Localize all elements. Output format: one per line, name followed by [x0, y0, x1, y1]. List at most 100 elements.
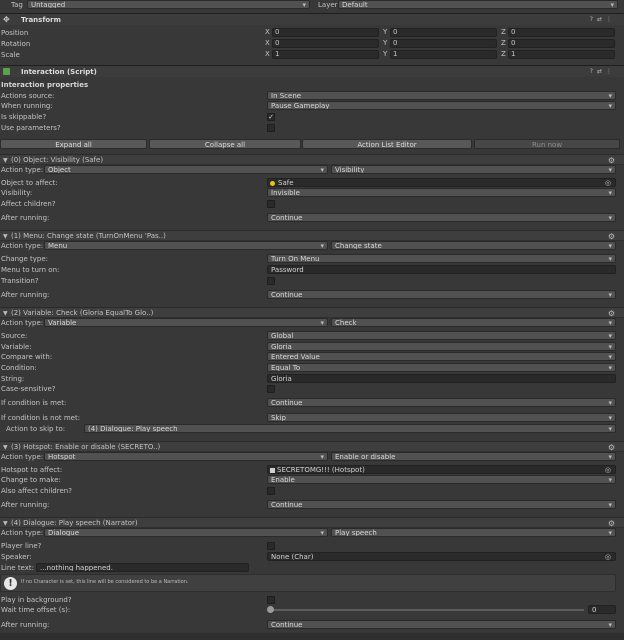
if-not-met-label: If condition is not met: [1, 414, 81, 422]
action-2-subtype-dropdown[interactable]: Check [331, 318, 616, 327]
variable-dropdown[interactable]: Gloria [267, 342, 616, 351]
when-running-dropdown[interactable]: Pause Gameplay [267, 101, 616, 110]
menu-name-input[interactable]: Password [267, 265, 616, 274]
z-axis-label[interactable]: Z [501, 39, 506, 48]
wait-offset-slider-handle[interactable] [267, 606, 274, 613]
action-1-type-dropdown[interactable]: Menu [44, 241, 328, 250]
action-4-after-row: After running: Continue [0, 620, 624, 630]
speaker-value: None (Char) [271, 553, 314, 561]
y-axis-label[interactable]: Y [383, 28, 387, 37]
run-now-button: Run now [474, 139, 620, 149]
affect-children-checkbox[interactable] [267, 200, 275, 208]
z-value-input[interactable]: 1 [508, 50, 615, 59]
skippable-label: Is skippable? [1, 113, 47, 121]
action-3-subtype-dropdown[interactable]: Enable or disable [331, 452, 616, 461]
affect-children-row: Affect children? [0, 199, 624, 209]
x-value-input[interactable]: 1 [272, 50, 379, 59]
action-1-header[interactable]: ▼ (1) Menu: Change state (TurnOnMenu 'Pa… [0, 230, 624, 241]
action-3-header[interactable]: ▼ (3) Hotspot: Enable or disable (SECRET… [0, 441, 624, 452]
y-value-input[interactable]: 0 [390, 39, 497, 48]
x-axis-label[interactable]: X [265, 50, 270, 59]
hotspot-row: Hotspot to affect: SECRETOMG!!! (Hotspot… [0, 465, 624, 475]
x-axis-label[interactable]: X [265, 28, 270, 37]
component-menu-icons[interactable]: ?⇄⋮ [590, 14, 616, 26]
case-sensitive-checkbox[interactable] [267, 385, 275, 393]
action-type-label: Action type: [1, 319, 44, 327]
z-value-input[interactable]: 0 [508, 39, 615, 48]
transition-checkbox[interactable] [267, 277, 275, 285]
actions-source-row: Actions source: In Scene [0, 91, 624, 101]
hotspot-value: SECRETOMG!!! (Hotspot) [277, 466, 365, 474]
action-0-subtype-dropdown[interactable]: Visibility [331, 165, 616, 174]
action-0-after-dropdown[interactable]: Continue [267, 213, 616, 222]
x-axis-label[interactable]: X [265, 39, 270, 48]
wait-offset-input[interactable]: 0 [588, 605, 616, 614]
also-affect-children-checkbox[interactable] [267, 487, 275, 495]
case-sensitive-row: Case-sensitive? [0, 384, 624, 394]
use-params-checkbox[interactable] [267, 124, 275, 132]
speaker-picker-icon[interactable]: ◎ [605, 553, 611, 560]
skip-to-dropdown[interactable]: (4) Dialogue: Play speech [84, 424, 616, 433]
action-2-type-dropdown[interactable]: Variable [44, 318, 328, 327]
action-2-header[interactable]: ▼ (2) Variable: Check (Gloria EqualTo Gl… [0, 307, 624, 318]
if-met-dropdown[interactable]: Continue [267, 398, 616, 407]
source-dropdown[interactable]: Global [267, 331, 616, 340]
hotspot-picker-icon[interactable]: ◎ [605, 466, 611, 473]
menu-to-turn-on-label: Menu to turn on: [1, 266, 60, 274]
change-type-dropdown[interactable]: Turn On Menu [267, 254, 616, 263]
if-not-met-dropdown[interactable]: Skip [267, 413, 616, 422]
y-axis-label[interactable]: Y [383, 39, 387, 48]
action-1-after-dropdown[interactable]: Continue [267, 290, 616, 299]
speaker-field[interactable]: None (Char) ◎ [267, 552, 616, 561]
action-0-header[interactable]: ▼ (0) Object: Visibility (Safe) ⚙ [0, 154, 624, 165]
hotspot-field[interactable]: SECRETOMG!!! (Hotspot) ◎ [267, 465, 616, 474]
skippable-checkbox[interactable]: ✓ [267, 113, 275, 121]
string-row: String: Gloria [0, 374, 624, 384]
if-met-label: If condition is met: [1, 399, 67, 407]
action-4-subtype-dropdown[interactable]: Play speech [331, 528, 616, 537]
string-label: String: [1, 375, 25, 383]
y-value-input[interactable]: 1 [390, 50, 497, 59]
object-field[interactable]: Safe ◎ [267, 178, 616, 187]
wait-offset-slider-track[interactable] [270, 609, 584, 611]
action-4-header[interactable]: ▼ (4) Dialogue: Play speech (Narrator) ⚙ [0, 517, 624, 528]
layer-dropdown[interactable]: Default [338, 0, 618, 9]
change-to-make-dropdown[interactable]: Enable [267, 475, 616, 484]
action-0-type-dropdown[interactable]: Object [44, 165, 328, 174]
when-running-row: When running: Pause Gameplay [0, 101, 624, 111]
script-menu-icons[interactable]: ?⇄⋮ [590, 66, 616, 78]
transform-header[interactable]: ✥ Transform ?⇄⋮ [0, 13, 624, 25]
action-2-type-row: Action type: Variable Check [0, 318, 624, 328]
action-3-after-dropdown[interactable]: Continue [267, 500, 616, 509]
object-picker-icon[interactable]: ◎ [605, 179, 611, 186]
transform-icon: ✥ [3, 15, 10, 24]
action-1-subtype-dropdown[interactable]: Change state [331, 241, 616, 250]
string-input[interactable]: Gloria [267, 374, 616, 383]
actions-source-dropdown[interactable]: In Scene [267, 91, 616, 100]
player-line-checkbox[interactable] [267, 542, 275, 550]
play-background-checkbox[interactable] [267, 596, 275, 604]
script-header[interactable]: Interaction (Script) ?⇄⋮ [0, 65, 624, 77]
action-4-after-dropdown[interactable]: Continue [267, 620, 616, 629]
expand-all-button[interactable]: Expand all [0, 139, 147, 149]
action-3-type-dropdown[interactable]: Hotspot [44, 452, 328, 461]
tag-dropdown[interactable]: Untagged [27, 0, 310, 9]
condition-dropdown[interactable]: Equal To [267, 363, 616, 372]
action-4-type-dropdown[interactable]: Dialogue [44, 528, 328, 537]
y-axis-label[interactable]: Y [383, 50, 387, 59]
compare-with-label: Compare with: [1, 353, 53, 361]
collapse-all-button[interactable]: Collapse all [149, 139, 301, 149]
x-value-input[interactable]: 0 [272, 28, 379, 37]
y-value-input[interactable]: 0 [390, 28, 497, 37]
compare-dropdown[interactable]: Entered Value [267, 352, 616, 361]
visibility-dropdown[interactable]: Invisible [267, 188, 616, 197]
action-list-editor-button[interactable]: Action List Editor [302, 139, 472, 149]
z-axis-label[interactable]: Z [501, 28, 506, 37]
player-line-label: Player line? [1, 542, 42, 550]
z-axis-label[interactable]: Z [501, 50, 506, 59]
z-value-input[interactable]: 0 [508, 28, 615, 37]
x-value-input[interactable]: 0 [272, 39, 379, 48]
after-running-label: After running: [1, 291, 50, 299]
line-text-input[interactable]: ...nothing happened. [36, 563, 249, 572]
action-type-label: Action type: [1, 529, 44, 537]
